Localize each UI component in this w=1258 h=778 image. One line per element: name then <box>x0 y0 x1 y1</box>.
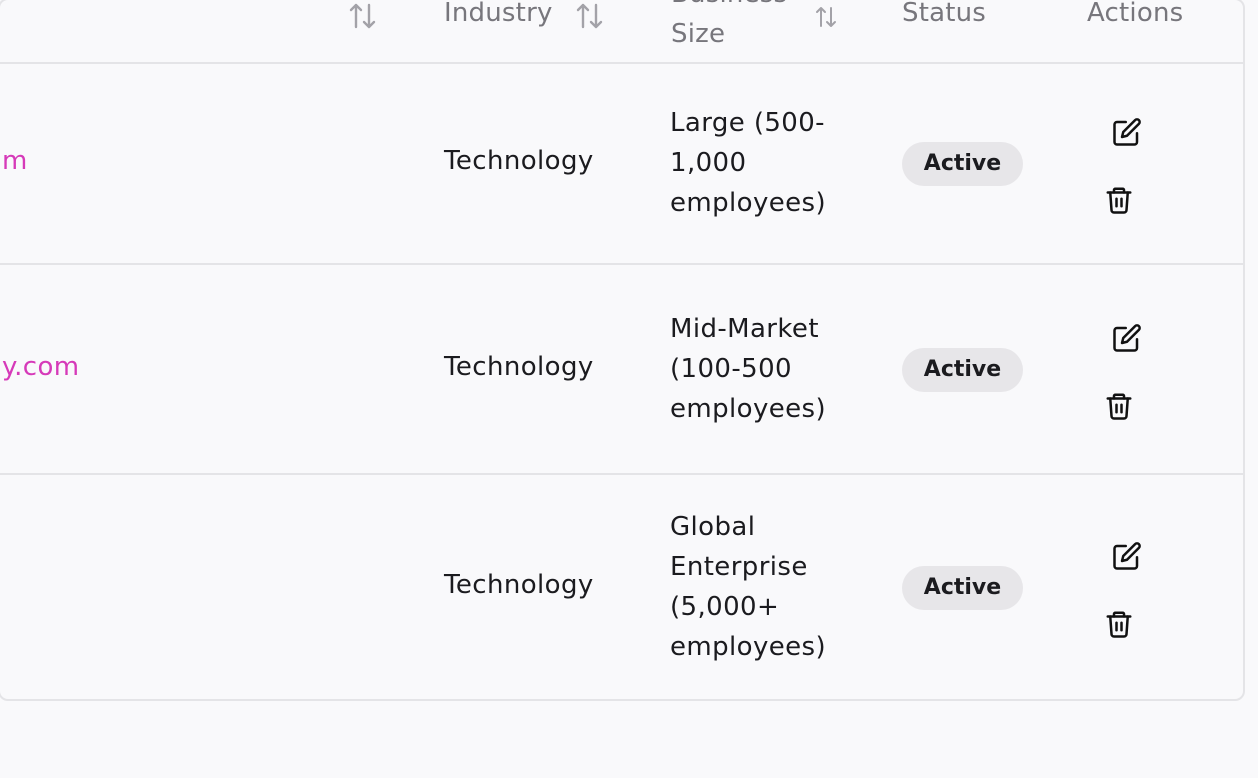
business-size-line: Enterprise <box>670 552 808 582</box>
business-size-line: employees) <box>670 188 827 218</box>
industry-cell: Technology <box>444 352 594 382</box>
status-badge: Active <box>902 142 1023 186</box>
status-badge: Active <box>902 566 1023 610</box>
edit-icon <box>1113 542 1141 570</box>
header-business-size[interactable]: Business Size <box>671 0 787 54</box>
row-divider <box>0 473 1245 475</box>
company-email-link[interactable]: y.com <box>2 352 79 382</box>
business-size-line: employees) <box>670 632 827 662</box>
company-email-link[interactable]: m <box>2 146 28 176</box>
row-divider <box>0 263 1245 265</box>
business-size-line: employees) <box>670 394 827 424</box>
delete-button[interactable] <box>1102 607 1136 641</box>
header-business-size-line1: Business <box>671 0 787 14</box>
business-size-line: Global <box>670 512 756 542</box>
business-size-line: (5,000+ <box>670 592 780 622</box>
sort-arrows-icon[interactable] <box>348 1 378 31</box>
header-industry[interactable]: Industry <box>444 0 553 28</box>
header-divider <box>0 62 1245 64</box>
companies-table: Industry Business Size Status Actions m … <box>0 0 1245 701</box>
business-size-line: Mid-Market <box>670 314 819 344</box>
business-size-cell: Large (500- 1,000 employees) <box>670 103 826 223</box>
edit-button[interactable] <box>1110 539 1144 573</box>
edit-button[interactable] <box>1110 115 1144 149</box>
edit-button[interactable] <box>1110 321 1144 355</box>
delete-button[interactable] <box>1102 389 1136 423</box>
business-size-line: (100-500 <box>670 354 792 384</box>
header-business-size-line2: Size <box>671 19 726 49</box>
header-status: Status <box>902 0 987 28</box>
business-size-cell: Global Enterprise (5,000+ employees) <box>670 507 826 667</box>
trash-icon <box>1106 611 1132 638</box>
status-badge: Active <box>902 348 1023 392</box>
sort-arrows-icon[interactable] <box>815 5 837 29</box>
industry-cell: Technology <box>444 146 594 176</box>
business-size-line: Large (500- <box>670 108 825 138</box>
edit-icon <box>1113 118 1141 146</box>
business-size-line: 1,000 <box>670 148 747 178</box>
trash-icon <box>1106 393 1132 420</box>
edit-icon <box>1113 324 1141 352</box>
business-size-cell: Mid-Market (100-500 employees) <box>670 309 826 429</box>
delete-button[interactable] <box>1102 183 1136 217</box>
header-actions: Actions <box>1087 0 1184 28</box>
industry-cell: Technology <box>444 570 594 600</box>
trash-icon <box>1106 187 1132 214</box>
sort-arrows-icon[interactable] <box>575 1 605 31</box>
